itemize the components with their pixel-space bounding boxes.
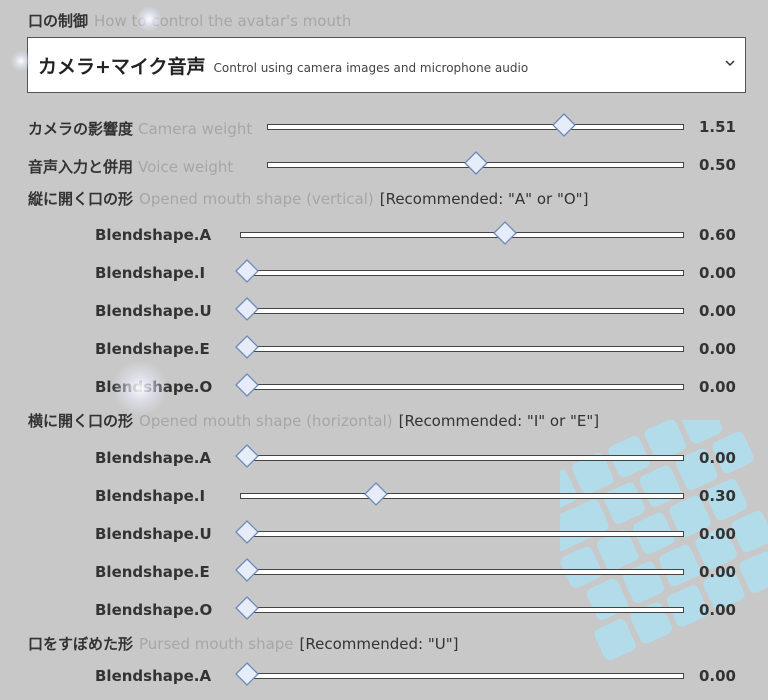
voice-weight-label-jp: 音声入力と併用 bbox=[28, 158, 134, 176]
vertical-blendshape-i-slider[interactable] bbox=[240, 270, 684, 276]
horizontal-shape-title-en: Opened mouth shape (horizontal) bbox=[139, 412, 393, 430]
pursed-blendshape-a-slider[interactable] bbox=[240, 673, 684, 679]
horizontal-blendshape-o-label: Blendshape.O bbox=[95, 601, 213, 619]
pursed-blendshape-a-label: Blendshape.A bbox=[95, 667, 212, 685]
vertical-shape-recommendation: [Recommended: "A" or "O"] bbox=[379, 190, 589, 208]
vertical-blendshape-o-label: Blendshape.O bbox=[95, 378, 213, 396]
vertical-blendshape-o-row: Blendshape.O 0.00 bbox=[0, 371, 768, 405]
chevron-down-icon bbox=[725, 60, 735, 67]
vertical-blendshape-a-slider[interactable] bbox=[240, 232, 684, 238]
vertical-blendshape-i-value: 0.00 bbox=[698, 264, 736, 282]
camera-weight-label-jp: カメラの影響度 bbox=[28, 120, 134, 138]
camera-weight-label-en: Camera weight bbox=[138, 120, 253, 138]
vertical-shape-title: 縦に開く口の形 Opened mouth shape (vertical) [Rec… bbox=[28, 188, 588, 209]
pursed-shape-title-jp: 口をすぼめた形 bbox=[28, 635, 134, 653]
slider-thumb[interactable] bbox=[235, 662, 259, 686]
horizontal-blendshape-u-value: 0.00 bbox=[698, 525, 736, 543]
slider-thumb[interactable] bbox=[463, 151, 488, 175]
camera-weight-slider[interactable] bbox=[267, 124, 684, 130]
horizontal-blendshape-e-value: 0.00 bbox=[698, 563, 736, 581]
pursed-blendshape-a-row: Blendshape.A 0.00 bbox=[0, 660, 768, 694]
pursed-shape-recommendation: [Recommended: "U"] bbox=[299, 635, 459, 653]
camera-weight-label: カメラの影響度 Camera weight bbox=[28, 118, 252, 139]
mouth-control-title-en: How to control the avatar's mouth bbox=[94, 12, 352, 30]
voice-weight-row: 音声入力と併用 Voice weight 0.50 bbox=[0, 149, 768, 183]
horizontal-blendshape-a-label: Blendshape.A bbox=[95, 449, 212, 467]
pursed-shape-title-en: Pursed mouth shape bbox=[139, 635, 294, 653]
vertical-shape-title-jp: 縦に開く口の形 bbox=[28, 190, 134, 208]
vertical-blendshape-a-value: 0.60 bbox=[698, 226, 736, 244]
mouth-settings-panel: 口の制御 How to control the avatar's mouth カメ… bbox=[0, 0, 768, 686]
vertical-blendshape-u-row: Blendshape.U 0.00 bbox=[0, 295, 768, 329]
horizontal-blendshape-o-value: 0.00 bbox=[698, 601, 736, 619]
horizontal-blendshape-a-slider[interactable] bbox=[240, 455, 684, 461]
horizontal-blendshape-i-slider[interactable] bbox=[240, 493, 684, 499]
slider-thumb[interactable] bbox=[235, 335, 259, 359]
horizontal-blendshape-i-value: 0.30 bbox=[698, 487, 736, 505]
horizontal-blendshape-u-slider[interactable] bbox=[240, 531, 684, 537]
voice-weight-label: 音声入力と併用 Voice weight bbox=[28, 156, 233, 177]
vertical-blendshape-i-row: Blendshape.I 0.00 bbox=[0, 257, 768, 291]
mouth-control-title-jp: 口の制御 bbox=[28, 12, 89, 30]
vertical-blendshape-i-label: Blendshape.I bbox=[95, 264, 206, 282]
horizontal-blendshape-a-row: Blendshape.A 0.00 bbox=[0, 442, 768, 476]
vertical-blendshape-e-value: 0.00 bbox=[698, 340, 736, 358]
vertical-blendshape-a-row: Blendshape.A 0.60 bbox=[0, 219, 768, 253]
mouth-control-dropdown[interactable]: カメラ+マイク音声 Control using camera images an… bbox=[27, 37, 746, 93]
horizontal-blendshape-o-slider[interactable] bbox=[240, 607, 684, 613]
horizontal-blendshape-e-slider[interactable] bbox=[240, 569, 684, 575]
slider-thumb[interactable] bbox=[493, 221, 517, 245]
pursed-shape-title: 口をすぼめた形 Pursed mouth shape [Recommended: "… bbox=[28, 633, 458, 654]
vertical-blendshape-o-value: 0.00 bbox=[698, 378, 736, 396]
vertical-blendshape-e-label: Blendshape.E bbox=[95, 340, 210, 358]
horizontal-shape-recommendation: [Recommended: "I" or "E"] bbox=[398, 412, 600, 430]
vertical-blendshape-u-label: Blendshape.U bbox=[95, 302, 212, 320]
horizontal-blendshape-e-row: Blendshape.E 0.00 bbox=[0, 556, 768, 590]
horizontal-blendshape-i-row: Blendshape.I 0.30 bbox=[0, 480, 768, 514]
horizontal-blendshape-i-label: Blendshape.I bbox=[95, 487, 206, 505]
voice-weight-label-en: Voice weight bbox=[138, 158, 234, 176]
slider-thumb[interactable] bbox=[235, 596, 259, 620]
slider-thumb[interactable] bbox=[235, 259, 259, 283]
vertical-blendshape-a-label: Blendshape.A bbox=[95, 226, 212, 244]
dropdown-selected-label: カメラ+マイク音声 bbox=[38, 55, 206, 78]
vertical-blendshape-u-slider[interactable] bbox=[240, 308, 684, 314]
slider-thumb[interactable] bbox=[235, 373, 259, 397]
camera-weight-value: 1.51 bbox=[698, 118, 736, 136]
vertical-blendshape-o-slider[interactable] bbox=[240, 384, 684, 390]
slider-thumb[interactable] bbox=[235, 558, 259, 582]
camera-weight-row: カメラの影響度 Camera weight 1.51 bbox=[0, 111, 768, 145]
vertical-blendshape-u-value: 0.00 bbox=[698, 302, 736, 320]
vertical-blendshape-e-slider[interactable] bbox=[240, 346, 684, 352]
slider-thumb[interactable] bbox=[235, 444, 259, 468]
vertical-shape-title-en: Opened mouth shape (vertical) bbox=[139, 190, 374, 208]
horizontal-blendshape-u-label: Blendshape.U bbox=[95, 525, 212, 543]
horizontal-blendshape-o-row: Blendshape.O 0.00 bbox=[0, 594, 768, 628]
voice-weight-value: 0.50 bbox=[698, 156, 736, 174]
dropdown-selected-sublabel: Control using camera images and micropho… bbox=[213, 61, 529, 75]
slider-thumb[interactable] bbox=[235, 297, 259, 321]
vertical-blendshape-e-row: Blendshape.E 0.00 bbox=[0, 333, 768, 367]
mouth-control-title: 口の制御 How to control the avatar's mouth bbox=[28, 10, 351, 31]
horizontal-shape-title-jp: 横に開く口の形 bbox=[28, 412, 134, 430]
slider-thumb[interactable] bbox=[552, 113, 577, 137]
slider-thumb[interactable] bbox=[364, 482, 388, 506]
horizontal-blendshape-a-value: 0.00 bbox=[698, 449, 736, 467]
slider-thumb[interactable] bbox=[235, 520, 259, 544]
pursed-blendshape-a-value: 0.00 bbox=[698, 667, 736, 685]
horizontal-blendshape-e-label: Blendshape.E bbox=[95, 563, 210, 581]
horizontal-shape-title: 横に開く口の形 Opened mouth shape (horizontal) [R… bbox=[28, 410, 599, 431]
horizontal-blendshape-u-row: Blendshape.U 0.00 bbox=[0, 518, 768, 552]
